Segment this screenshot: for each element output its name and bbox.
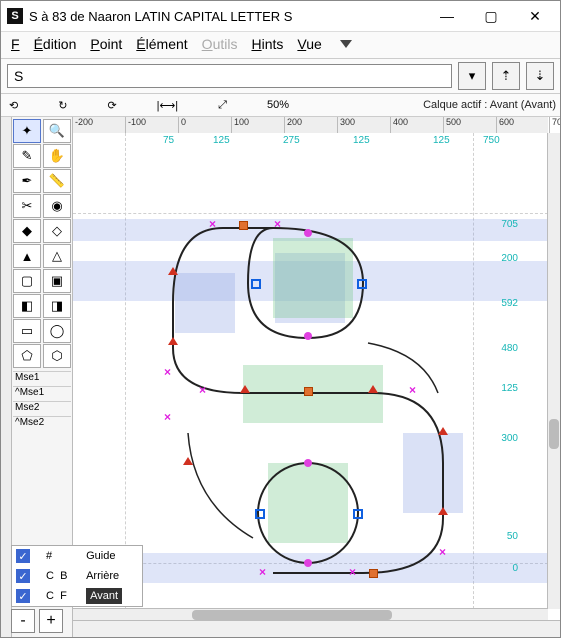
zoom-controls: - + <box>11 609 63 633</box>
prev-glyph-button[interactable]: ⇡ <box>492 62 520 90</box>
zoom-tool[interactable]: 🔍 <box>43 119 71 143</box>
workarea: ✦🔍 ✎✋ ✒📏 ✂◉ ◆◇ ▲△ ▢▣ ◧◨ ▭◯ ⬠⬡ Mse1 ^Mse1… <box>1 117 560 637</box>
menu-view[interactable]: Vue <box>297 36 321 52</box>
corner-tool[interactable]: ◆ <box>13 219 41 243</box>
perspective-tool[interactable]: ◨ <box>43 294 71 318</box>
tangent-tool[interactable]: ▲ <box>13 244 41 268</box>
zoom-in-button[interactable]: + <box>39 609 63 633</box>
star-tool[interactable]: ⬡ <box>43 344 71 368</box>
layers-front-row[interactable]: ✓ C F Avant <box>12 586 142 606</box>
glyph-canvas[interactable]: 75 125 275 125 125 750 705 200 592 480 1… <box>73 133 548 609</box>
glyph-outline <box>73 133 543 603</box>
menubar: F Édition Point Élément Outils Hints Vue <box>1 32 560 58</box>
layer-front-check-icon[interactable]: ✓ <box>16 589 30 603</box>
canvas-statusbar <box>73 620 560 637</box>
rotate-icon[interactable]: ⟳ <box>107 99 116 112</box>
width-icon[interactable]: |⟷| <box>157 99 178 112</box>
hand-tool[interactable]: ✋ <box>43 144 71 168</box>
mse2c-label: ^Mse2 <box>13 416 71 428</box>
skew-tool[interactable]: ◧ <box>13 294 41 318</box>
knife-tool[interactable]: ✂ <box>13 194 41 218</box>
maximize-button[interactable]: ▢ <box>472 2 510 30</box>
rect-tool[interactable]: ▭ <box>13 319 41 343</box>
rotate-ccw-icon[interactable]: ⟲ <box>9 99 18 112</box>
layer-back-check-icon[interactable]: ✓ <box>16 569 30 583</box>
curve-tool[interactable]: ◇ <box>43 219 71 243</box>
hvcurve-tool[interactable]: △ <box>43 244 71 268</box>
mark-c: 275 <box>283 135 300 146</box>
layer-back-name[interactable]: Arrière <box>82 566 142 586</box>
app-window: S S à 83 de Naaron LATIN CAPITAL LETTER … <box>0 0 561 638</box>
window-title: S à 83 de Naaron LATIN CAPITAL LETTER S <box>29 9 422 24</box>
close-button[interactable]: ✕ <box>516 2 554 30</box>
rotate-cw-icon[interactable]: ↻ <box>58 99 67 112</box>
glyph-dropdown-button[interactable]: ▾ <box>458 62 486 90</box>
zoom-out-button[interactable]: - <box>11 609 35 633</box>
menu-hints[interactable]: Hints <box>251 36 283 52</box>
canvas-area[interactable]: -200-1000100200300400500600700800 <box>73 117 560 637</box>
menu-edit[interactable]: Édition <box>34 36 77 52</box>
transform-toolbar: ⟲ ↻ ⟳ |⟷| ⤢ 50% Calque actif : Avant (Av… <box>1 94 560 117</box>
layer-front-name[interactable]: Avant <box>86 588 122 604</box>
menu-element[interactable]: Élément <box>136 36 187 52</box>
active-layer-label: Calque actif : Avant (Avant) <box>423 99 556 111</box>
zoom-percent: 50% <box>267 99 289 111</box>
freehand-tool[interactable]: ✎ <box>13 144 41 168</box>
layer-vis-check-icon[interactable]: ✓ <box>16 549 30 563</box>
ruler-horizontal: -200-1000100200300400500600700800 <box>73 117 548 134</box>
scrollbar-h-thumb[interactable] <box>192 610 392 620</box>
mse1c-label: ^Mse1 <box>13 386 71 398</box>
pen-tool[interactable]: ✒ <box>13 169 41 193</box>
flip-tool[interactable]: ▣ <box>43 269 71 293</box>
pointer-tool[interactable]: ✦ <box>13 119 41 143</box>
glyph-input[interactable] <box>7 64 452 88</box>
layers-header-row: ✓ # Guide <box>12 546 142 566</box>
glyph-toolbar: ▾ ⇡ ⇣ <box>1 58 560 94</box>
titlebar: S S à 83 de Naaron LATIN CAPITAL LETTER … <box>1 1 560 32</box>
scale-icon[interactable]: ⤢ <box>218 99 227 112</box>
mse1-label: Mse1 <box>13 371 71 383</box>
mse2-label: Mse2 <box>13 401 71 413</box>
minimize-button[interactable]: — <box>428 2 466 30</box>
mark-e: 125 <box>433 135 450 146</box>
scrollbar-vertical[interactable] <box>547 133 560 609</box>
scrollbar-v-thumb[interactable] <box>549 419 559 449</box>
mark-b: 125 <box>213 135 230 146</box>
layers-back-row[interactable]: ✓ C B Arrière <box>12 566 142 586</box>
menu-overflow-icon[interactable] <box>340 40 352 48</box>
ruler-tool[interactable]: 📏 <box>43 169 71 193</box>
polygon-tool[interactable]: ⬠ <box>13 344 41 368</box>
menu-file[interactable]: F <box>11 36 20 52</box>
next-glyph-button[interactable]: ⇣ <box>526 62 554 90</box>
layers-panel[interactable]: ✓ # Guide ✓ C B Arrière ✓ C F Avant <box>11 545 143 607</box>
spiro-tool[interactable]: ◉ <box>43 194 71 218</box>
mark-a: 75 <box>163 135 174 146</box>
layer-guide-name[interactable]: Guide <box>82 546 142 566</box>
app-icon: S <box>7 8 23 24</box>
menu-point[interactable]: Point <box>90 36 122 52</box>
mark-d: 125 <box>353 135 370 146</box>
rotate-tool[interactable]: ▢ <box>13 269 41 293</box>
mark-f: 750 <box>483 135 500 146</box>
ellipse-tool[interactable]: ◯ <box>43 319 71 343</box>
menu-tools: Outils <box>202 36 238 52</box>
